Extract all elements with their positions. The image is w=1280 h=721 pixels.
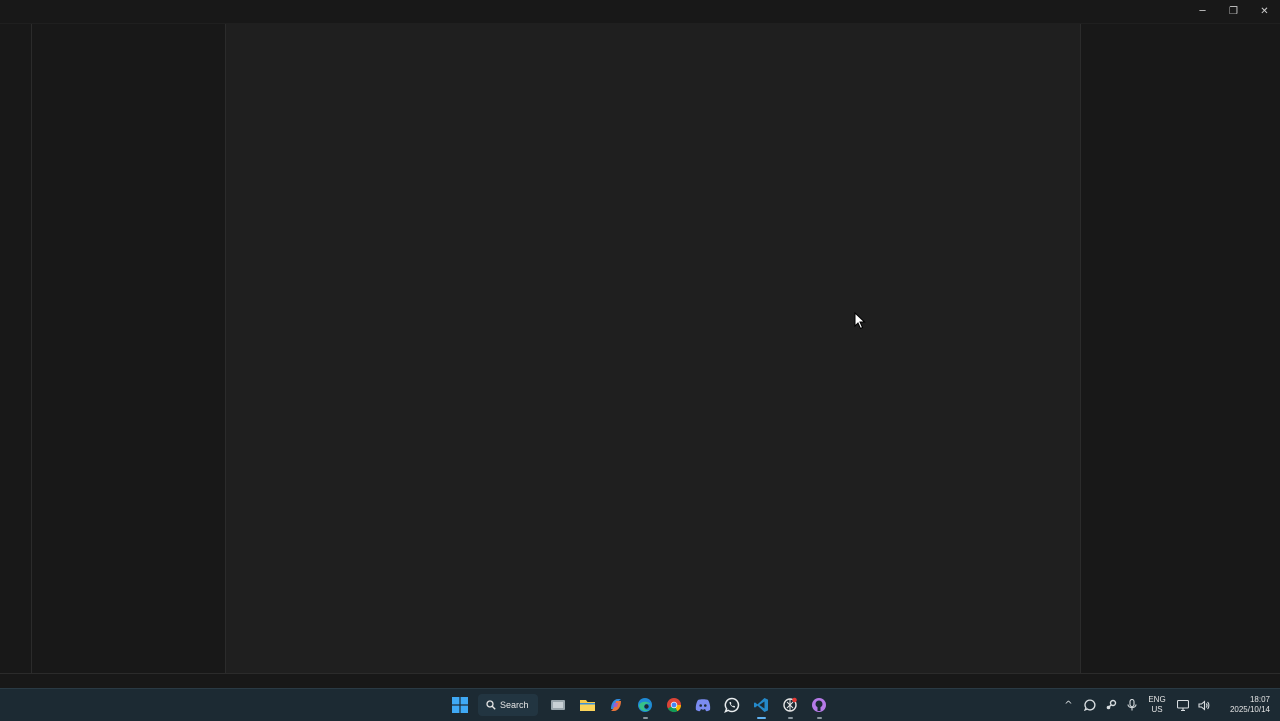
restore-button[interactable]: ❐ xyxy=(1218,0,1249,23)
vscode-icon xyxy=(754,698,769,712)
taskbar-clock[interactable]: 18:07 2025/10/14 xyxy=(1214,695,1280,715)
tray-network[interactable] xyxy=(1172,690,1193,720)
network-icon xyxy=(1176,699,1189,711)
discord-icon xyxy=(695,699,711,712)
input-language-indicator[interactable]: ENG US xyxy=(1142,695,1172,715)
close-button[interactable]: ✕ xyxy=(1249,0,1280,23)
vscode-button[interactable] xyxy=(747,690,776,720)
microphone-icon xyxy=(1126,699,1137,711)
minimize-button[interactable]: ─ xyxy=(1187,0,1218,23)
volume-icon xyxy=(1197,699,1209,711)
task-view-button[interactable] xyxy=(544,690,573,720)
edge-button[interactable] xyxy=(631,690,660,720)
language-code: ENG xyxy=(1148,695,1166,704)
tray-microphone[interactable] xyxy=(1121,690,1142,720)
primary-side-bar[interactable] xyxy=(32,24,226,673)
github-copilot-icon xyxy=(812,698,827,712)
tray-volume[interactable] xyxy=(1193,690,1214,720)
openai-button[interactable] xyxy=(776,690,805,720)
steam-icon xyxy=(1106,699,1116,710)
windows-start-icon xyxy=(451,697,468,713)
taskbar-pinned-apps: Search xyxy=(445,689,834,721)
secondary-side-bar[interactable] xyxy=(1080,24,1280,673)
taskbar-search-button[interactable]: Search xyxy=(478,694,538,716)
chrome-button[interactable] xyxy=(660,690,689,720)
chrome-icon xyxy=(667,698,682,713)
whatsapp-tray-icon xyxy=(1083,699,1096,711)
title-bar[interactable]: ─ ❐ ✕ xyxy=(0,0,1280,24)
mouse-pointer-icon xyxy=(854,312,866,330)
whatsapp-button[interactable] xyxy=(718,690,747,720)
clock-time: 18:07 xyxy=(1249,695,1270,704)
system-tray: ^ ENG US 18:07 2025/10/14 xyxy=(1058,689,1280,721)
file-explorer-button[interactable] xyxy=(573,690,602,720)
github-copilot-button[interactable] xyxy=(805,690,834,720)
activity-bar[interactable] xyxy=(0,24,32,673)
copilot-icon xyxy=(611,699,622,711)
start-button[interactable] xyxy=(445,690,474,720)
tray-steam[interactable] xyxy=(1100,690,1121,720)
show-hidden-icons-button[interactable]: ^ xyxy=(1058,690,1079,720)
clock-date: 2025/10/14 xyxy=(1229,705,1270,714)
whatsapp-icon xyxy=(724,697,740,713)
copilot-button[interactable] xyxy=(602,690,631,720)
region-code: US xyxy=(1151,705,1163,714)
taskbar: Search ^ ENG US 18:07 2025/10/14 xyxy=(0,688,1280,721)
task-view-icon xyxy=(551,700,566,710)
vscode-window: ─ ❐ ✕ xyxy=(0,0,1280,689)
search-label: Search xyxy=(500,700,529,710)
openai-icon xyxy=(783,697,797,712)
tray-whatsapp[interactable] xyxy=(1079,690,1100,720)
window-controls: ─ ❐ ✕ xyxy=(1187,0,1280,23)
search-icon xyxy=(486,700,496,710)
editor-area[interactable] xyxy=(226,24,1080,673)
discord-button[interactable] xyxy=(689,690,718,720)
file-explorer-icon xyxy=(579,700,595,711)
chevron-up-icon: ^ xyxy=(1064,699,1073,711)
edge-icon xyxy=(638,698,653,712)
status-bar xyxy=(0,673,1280,689)
